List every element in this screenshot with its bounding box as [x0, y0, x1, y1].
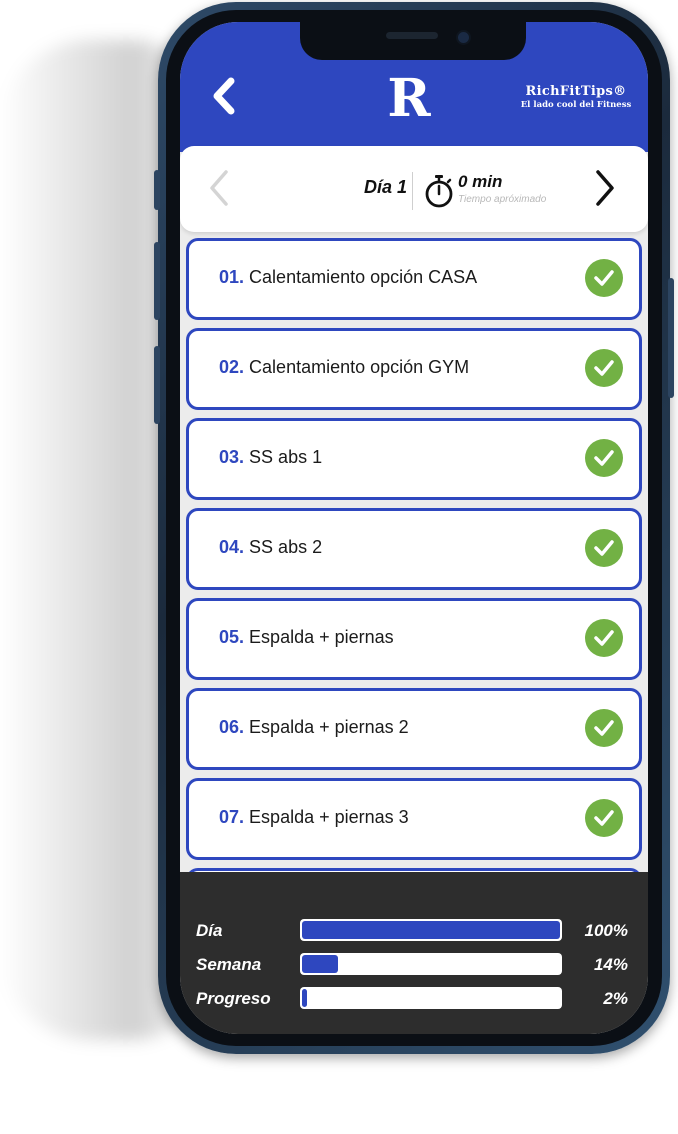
estimated-time-caption: Tiempo apróximado — [458, 194, 547, 205]
workout-label: 05. Espalda + piernas — [219, 627, 394, 648]
power-button — [668, 278, 674, 398]
previous-day-button[interactable] — [204, 168, 234, 208]
brand-tagline: El lado cool del Fitness — [520, 100, 632, 110]
completed-check-icon — [585, 529, 623, 567]
workout-item[interactable]: 05. Espalda + piernas — [186, 598, 642, 680]
completed-check-icon — [585, 349, 623, 387]
workout-number: 05. — [219, 627, 245, 647]
progress-fill — [302, 955, 338, 973]
progress-value: 100% — [584, 921, 628, 940]
workout-number: 04. — [219, 537, 245, 557]
day-label: Día 1 — [364, 177, 408, 197]
chevron-left-icon — [210, 170, 228, 206]
workout-label: 06. Espalda + piernas 2 — [219, 717, 409, 738]
volume-up-button — [154, 242, 160, 320]
progress-row-week: Semana 14% — [180, 952, 648, 982]
workout-item[interactable]: 07. Espalda + piernas 3 — [186, 778, 642, 860]
phone-screen: R RichFitTips® El lado cool del Fitness … — [180, 22, 648, 1034]
logo-letter: R — [387, 72, 431, 122]
progress-label: Día — [196, 921, 223, 940]
workout-label: 03. SS abs 1 — [219, 447, 322, 468]
app-logo: R — [386, 68, 432, 129]
divider — [412, 172, 413, 210]
workout-item[interactable]: 04. SS abs 2 — [186, 508, 642, 590]
workout-title: Espalda + piernas 3 — [249, 807, 409, 827]
progress-row-overall: Progreso 2% — [180, 986, 648, 1016]
mute-switch — [154, 170, 160, 210]
completed-check-icon — [585, 799, 623, 837]
workout-number: 01. — [219, 267, 245, 287]
workout-number: 06. — [219, 717, 245, 737]
chevron-right-icon — [596, 170, 614, 206]
completed-check-icon — [585, 259, 623, 297]
workout-title: Espalda + piernas 2 — [249, 717, 409, 737]
progress-track — [300, 919, 562, 941]
brand-block: RichFitTips® El lado cool del Fitness — [516, 84, 636, 110]
workout-number: 02. — [219, 357, 245, 377]
completed-check-icon — [585, 619, 623, 657]
chevron-left-icon — [213, 77, 235, 115]
phone-frame: R RichFitTips® El lado cool del Fitness … — [154, 2, 674, 1054]
progress-fill — [302, 921, 560, 939]
workout-item[interactable]: 02. Calentamiento opción GYM — [186, 328, 642, 410]
workout-label: 04. SS abs 2 — [219, 537, 322, 558]
progress-value: 14% — [593, 955, 628, 974]
day-navigation-card: Día 1 0 min Tiempo apróximado — [180, 146, 648, 232]
volume-down-button — [154, 346, 160, 424]
workout-item[interactable]: 03. SS abs 1 — [186, 418, 642, 500]
workout-title: Calentamiento opción GYM — [249, 357, 470, 377]
workout-item[interactable]: 06. Espalda + piernas 2 — [186, 688, 642, 770]
progress-panel: Día 100% Semana 14% Progreso 2% — [180, 872, 648, 1034]
progress-fill — [302, 989, 307, 1007]
progress-label: Progreso — [196, 989, 271, 1008]
progress-track — [300, 953, 562, 975]
workout-label: 02. Calentamiento opción GYM — [219, 357, 469, 378]
progress-track — [300, 987, 562, 1009]
workout-label: 07. Espalda + piernas 3 — [219, 807, 409, 828]
progress-label: Semana — [196, 955, 262, 974]
speaker-grille — [386, 32, 438, 39]
workout-label: 01. Calentamiento opción CASA — [219, 267, 477, 288]
notch — [300, 22, 526, 60]
workout-title: Espalda + piernas — [249, 627, 394, 647]
workout-title: SS abs 2 — [249, 537, 323, 557]
workout-number: 07. — [219, 807, 245, 827]
stopwatch-icon — [424, 174, 454, 208]
completed-check-icon — [585, 439, 623, 477]
front-camera — [456, 30, 471, 45]
back-button[interactable] — [206, 76, 242, 116]
estimated-time-value: 0 min — [458, 172, 503, 191]
next-day-button[interactable] — [590, 168, 620, 208]
progress-row-day: Día 100% — [180, 918, 648, 948]
completed-check-icon — [585, 709, 623, 747]
workout-number: 03. — [219, 447, 245, 467]
progress-value: 2% — [603, 989, 628, 1008]
workout-title: Calentamiento opción CASA — [249, 267, 478, 287]
brand-name: RichFitTips® — [525, 84, 627, 99]
workout-title: SS abs 1 — [249, 447, 323, 467]
workout-item[interactable]: 01. Calentamiento opción CASA — [186, 238, 642, 320]
